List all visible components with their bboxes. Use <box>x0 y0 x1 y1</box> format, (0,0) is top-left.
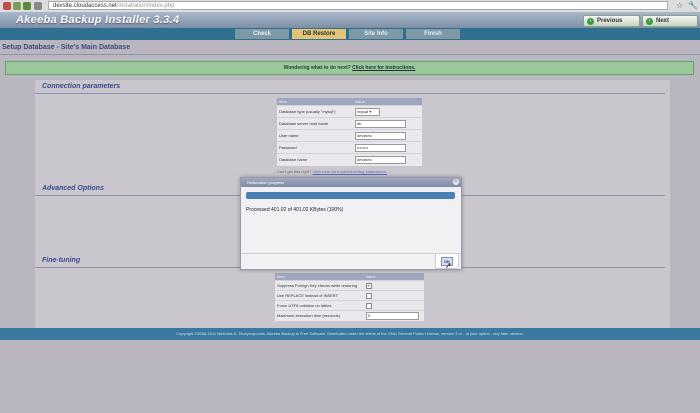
forward-button[interactable] <box>13 2 21 10</box>
footer-copyright: Copyright ©2006-2011 Nicholas K. Dionyso… <box>0 328 700 340</box>
section-title-connection: Connection parameters <box>42 83 121 90</box>
row-label: Password <box>277 141 353 154</box>
db-user-field[interactable]: devsiteo <box>354 131 406 140</box>
troubleshooting-link[interactable]: Click here for troubleshooting instructi… <box>312 169 386 174</box>
address-bar[interactable]: devsite.cloudaccess.net/installation/ind… <box>48 1 668 10</box>
app-title: Akeeba Backup Installer 3.3.4 <box>16 14 180 26</box>
home-button[interactable] <box>34 2 42 10</box>
next-label: Next <box>656 18 670 24</box>
page-title: Setup Database - Site's Main Database <box>2 44 131 51</box>
troubleshooting-help: Can't get this right? Click here for tro… <box>277 169 387 174</box>
mouse-cursor-icon: ➚ <box>445 261 452 270</box>
tab-check[interactable]: Check <box>235 29 289 39</box>
previous-label: Previous <box>597 18 623 24</box>
arrow-left-icon: ‹ <box>587 17 594 25</box>
db-type-value: mysqli <box>356 108 369 114</box>
row-label: Use REPLACE instead of INSERT <box>275 290 364 301</box>
col-value: Value <box>363 273 424 281</box>
tab-finish[interactable]: Finish <box>406 29 460 39</box>
section-divider <box>35 93 665 94</box>
row-label: Force UTF8 collation on tables <box>275 300 364 311</box>
max-exec-time-field[interactable]: 5 <box>365 311 419 320</box>
db-password-field[interactable]: •••••••• <box>354 143 406 152</box>
row-label: Maximum execution time (seconds) <box>275 310 364 321</box>
help-text: Can't get this right? <box>277 169 312 174</box>
suppress-fk-checkbox[interactable]: ✔ <box>365 282 372 289</box>
col-value: Value <box>352 98 422 106</box>
progress-bar <box>246 192 455 199</box>
db-name-field[interactable]: devsiteo <box>354 155 406 164</box>
instructions-link[interactable]: Click here for instructions. <box>352 65 415 71</box>
col-item: Item <box>277 98 353 106</box>
force-utf8-checkbox[interactable] <box>365 302 372 309</box>
section-title-finetuning: Fine-tuning <box>42 257 81 264</box>
row-label: Database type (usually "mysql") <box>277 105 353 118</box>
bookmark-star-icon[interactable]: ☆ <box>676 1 683 11</box>
url-host: devsite.cloudaccess.net <box>53 3 117 9</box>
back-button[interactable] <box>3 2 11 10</box>
url-path: /installation/index.php <box>116 3 175 9</box>
wrench-icon[interactable]: 🔧 <box>688 1 698 11</box>
next-button[interactable]: › Next <box>642 15 698 27</box>
instructions-notice: Wondering what to do next? Click here fo… <box>5 61 694 75</box>
col-item: Item <box>275 273 364 281</box>
arrow-right-icon: › <box>646 17 653 25</box>
connection-table: Item Value Database type (usually "mysql"… <box>277 98 422 166</box>
restoration-progress-dialog: Restoration progress × Processed 401.02 … <box>240 177 462 270</box>
dialog-title: Restoration progress <box>241 178 461 187</box>
finetuning-table: Item Value Suppress Foreign Key checks wh… <box>275 273 424 321</box>
db-host-field[interactable]: db <box>354 119 406 128</box>
close-icon[interactable]: × <box>453 179 459 185</box>
progress-message: Processed 401.02 of 401.02 KBytes (100%) <box>246 207 344 213</box>
db-type-select[interactable]: mysqli ▾ <box>354 107 380 116</box>
row-label: Database name <box>277 153 353 166</box>
tab-site-info[interactable]: Site Info <box>349 29 403 39</box>
row-label: Suppress Foreign Key checks while restor… <box>275 280 364 291</box>
reload-button[interactable] <box>23 2 31 10</box>
row-label: User name <box>277 129 353 142</box>
notice-text: Wondering what to do next? <box>283 65 351 71</box>
section-title-advanced: Advanced Options <box>42 185 104 192</box>
use-replace-checkbox[interactable] <box>365 292 372 299</box>
previous-button[interactable]: ‹ Previous <box>583 15 640 27</box>
title-divider <box>0 54 700 55</box>
dialog-divider <box>241 253 461 254</box>
row-label: Database server host name <box>277 117 353 130</box>
tab-db-restore[interactable]: DB Restore <box>292 29 346 39</box>
